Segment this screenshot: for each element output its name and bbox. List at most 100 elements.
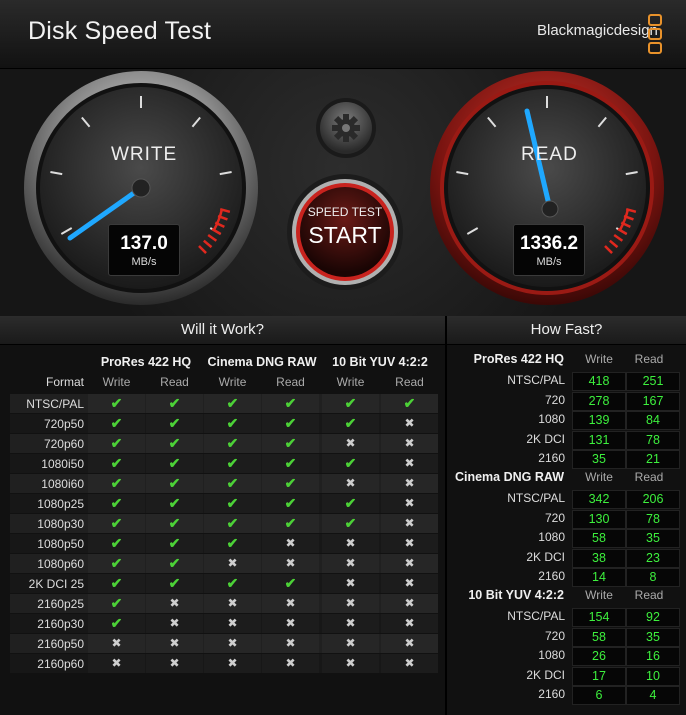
sub-header-write: Write [218,375,247,389]
how-fast-row-label: 720 [544,628,565,643]
settings-button[interactable] [316,98,376,158]
how-fast-group-title: ProRes 422 HQ [473,352,564,366]
write-fps-value: 131 [572,430,626,450]
cross-icon: ✖ [322,574,379,593]
check-icon: ✔ [88,554,145,573]
write-fps-value: 139 [572,411,626,431]
how-fast-row-label: 1080 [538,412,565,427]
check-icon: ✔ [146,494,203,513]
sub-header-write: Write [336,375,365,389]
check-icon: ✔ [204,514,261,533]
check-icon: ✔ [204,474,261,493]
cross-icon: ✖ [262,554,319,573]
how-fast-row-label: 2K DCI [526,431,565,446]
check-icon: ✔ [88,394,145,413]
cross-icon: ✖ [262,594,319,613]
check-icon: ✔ [146,454,203,473]
check-icon: ✔ [88,594,145,613]
check-icon: ✔ [381,394,438,413]
cross-icon: ✖ [322,434,379,453]
format-label: NTSC/PAL [26,397,84,411]
sub-header-write: Write [585,470,613,484]
check-icon: ✔ [88,614,145,633]
write-fps-value: 154 [572,608,626,627]
format-label: 1080i50 [41,457,84,471]
write-speed-value: 137.0 [120,233,168,254]
cross-icon: ✖ [381,494,438,513]
check-icon: ✔ [88,574,145,593]
brand-name: Blackmagicdesign [537,22,658,39]
how-fast-row-label: 2K DCI [526,549,565,564]
read-fps-value: 23 [626,548,680,568]
write-fps-value: 278 [572,391,626,411]
cross-icon: ✖ [322,534,379,553]
cross-icon: ✖ [381,514,438,533]
sub-header-write: Write [585,588,613,602]
format-label: 720p60 [43,437,84,451]
read-fps-value: 8 [626,568,680,588]
check-icon: ✔ [262,474,319,493]
how-fast-row-label: 1080 [538,530,565,545]
start-button[interactable]: SPEED TEST START [289,175,401,287]
cross-icon: ✖ [146,614,203,633]
how-fast-header: How Fast? [447,316,686,345]
format-label: 2160p60 [37,657,84,671]
check-icon: ✔ [322,394,379,413]
how-fast-row-label: 1080 [538,648,565,663]
write-fps-value: 38 [572,548,626,568]
read-speed-value: 1336.2 [519,233,579,254]
read-fps-value: 4 [626,686,680,706]
read-fps-value: 10 [626,666,680,686]
sub-header-read: Read [395,375,424,389]
title-bar: Disk Speed Test Blackmagicdesign [0,0,686,69]
read-fps-value: 92 [626,608,680,627]
cross-icon: ✖ [381,574,438,593]
how-fast-row-label: 720 [544,510,565,525]
cross-icon: ✖ [381,454,438,473]
check-icon: ✔ [322,454,379,473]
write-fps-value: 17 [572,666,626,686]
check-icon: ✔ [146,434,203,453]
format-label: 2160p25 [37,597,84,611]
write-fps-value: 130 [572,509,626,529]
write-fps-value: 342 [572,490,626,509]
how-fast-row-label: 2K DCI [526,667,565,682]
read-fps-value: 78 [626,430,680,450]
cross-icon: ✖ [381,474,438,493]
format-label: 1080p30 [37,517,84,531]
check-icon: ✔ [204,434,261,453]
write-fps-value: 26 [572,647,626,667]
read-gauge-label: READ [521,144,578,165]
read-fps-value: 206 [626,490,680,509]
check-icon: ✔ [146,514,203,533]
cross-icon: ✖ [88,654,145,673]
write-readout: 137.0 MB/s [108,224,180,276]
read-fps-value: 84 [626,411,680,431]
format-label: 720p50 [43,417,84,431]
write-fps-value: 58 [572,627,626,647]
read-fps-value: 167 [626,391,680,411]
sub-header-write: Write [102,375,131,389]
cross-icon: ✖ [322,594,379,613]
cross-icon: ✖ [381,634,438,653]
read-speed-unit: MB/s [536,256,562,268]
check-icon: ✔ [204,494,261,513]
how-fast-row-label: NTSC/PAL [507,491,565,505]
check-icon: ✔ [146,414,203,433]
cross-icon: ✖ [204,554,261,573]
how-fast-row-label: NTSC/PAL [507,373,565,387]
check-icon: ✔ [146,554,203,573]
check-icon: ✔ [262,394,319,413]
codec-header-cinema-dng: Cinema DNG RAW [207,355,317,369]
check-icon: ✔ [322,494,379,513]
how-fast-row-label: 2160 [538,687,565,702]
format-label: 1080p25 [37,497,84,511]
read-fps-value: 251 [626,372,680,391]
section-divider [445,316,447,715]
cross-icon: ✖ [204,654,261,673]
check-icon: ✔ [204,574,261,593]
check-icon: ✔ [204,394,261,413]
read-readout: 1336.2 MB/s [513,224,585,276]
format-label: 2160p30 [37,617,84,631]
check-icon: ✔ [204,454,261,473]
